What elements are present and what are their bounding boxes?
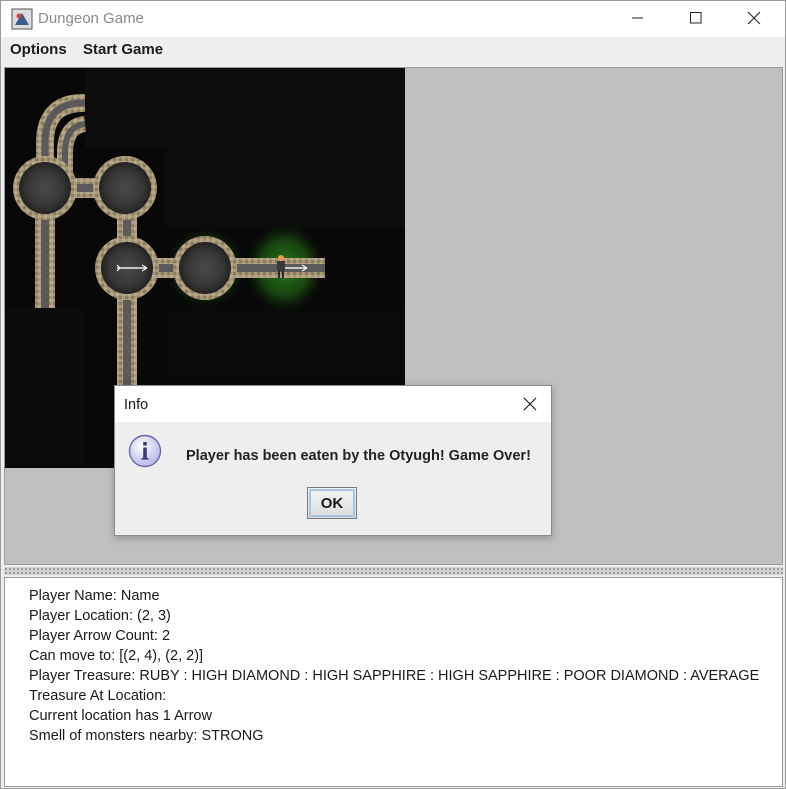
menu-start-game[interactable]: Start Game <box>83 41 163 58</box>
menu-options[interactable]: Options <box>10 41 67 58</box>
split-pane-divider[interactable] <box>4 567 783 575</box>
dialog-message: Player has been eaten by the Otyugh! Gam… <box>186 448 531 464</box>
close-icon <box>523 397 537 411</box>
minimize-icon <box>632 17 643 19</box>
dialog-close-button[interactable] <box>515 390 545 418</box>
cave <box>173 236 237 300</box>
cave <box>13 156 77 220</box>
maximize-icon <box>690 12 702 24</box>
player-name-text: Player Name: Name <box>29 588 160 604</box>
info-icon <box>128 434 162 468</box>
app-icon <box>11 8 33 30</box>
application-window: Dungeon Game Options Start Game Player N… <box>0 0 786 789</box>
dialog-title: Info <box>124 397 149 413</box>
close-button[interactable] <box>731 1 777 35</box>
maximize-button[interactable] <box>673 1 719 35</box>
cave <box>93 156 157 220</box>
dialog-title-bar[interactable]: Info <box>115 386 551 422</box>
can-move-to-text: Can move to: [(2, 4), (2, 2)] <box>29 648 204 664</box>
player-treasure-text: Player Treasure: RUBY : HIGH DIAMOND : H… <box>29 668 760 684</box>
ok-button[interactable]: OK <box>307 487 357 519</box>
treasure-at-location-text: Treasure At Location: <box>29 688 167 704</box>
minimize-button[interactable] <box>615 1 661 35</box>
window-title: Dungeon Game <box>38 10 144 27</box>
monster-smell-text: Smell of monsters nearby: STRONG <box>29 728 264 744</box>
location-arrow-text: Current location has 1 Arrow <box>29 708 212 724</box>
info-dialog: Info Player has been eaten by the Otyugh… <box>114 385 552 536</box>
player-location-text: Player Location: (2, 3) <box>29 608 171 624</box>
close-icon <box>747 11 761 25</box>
title-bar[interactable]: Dungeon Game <box>1 1 785 37</box>
player-arrow-count-text: Player Arrow Count: 2 <box>29 628 171 644</box>
menu-bar: Options Start Game <box>1 37 785 63</box>
player-info-panel: Player Name: Name Player Location: (2, 3… <box>4 577 783 787</box>
